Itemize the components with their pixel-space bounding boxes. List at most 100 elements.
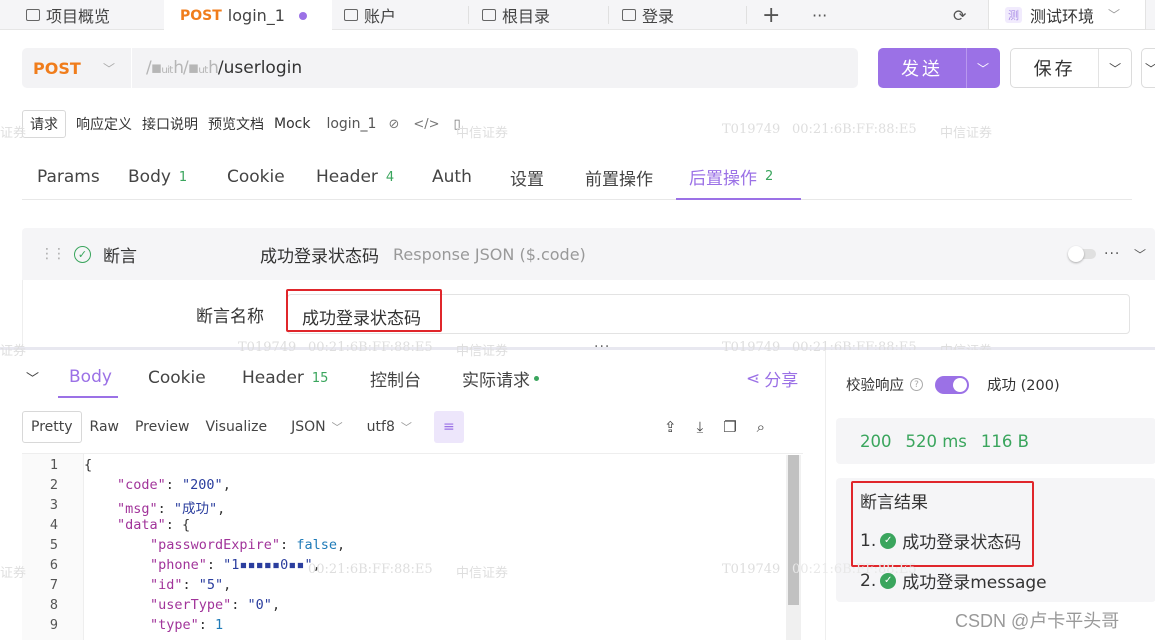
chevron-down-icon[interactable]: ﹀ <box>1099 60 1131 77</box>
tab-body[interactable]: Body 1 <box>128 154 187 200</box>
code-line: { <box>84 457 93 473</box>
view-pretty[interactable]: Pretty <box>22 411 82 443</box>
chevron-down-icon[interactable]: ﹀ <box>1134 246 1146 263</box>
view-raw[interactable]: Raw <box>82 411 127 443</box>
result-item: 2. ✓ 成功登录message <box>860 568 1047 594</box>
more-tabs-button[interactable]: ··· <box>812 0 827 30</box>
environment-select[interactable]: 测 测试环境 ﹀ <box>988 0 1146 30</box>
tab-params[interactable]: Params <box>37 154 100 200</box>
tab-label: Cookie <box>227 167 285 187</box>
tab-label: 后置操作 <box>689 168 757 189</box>
tab-login[interactable]: 登录 <box>622 0 674 30</box>
layout-icon[interactable]: ▯ <box>454 117 461 132</box>
chevron-down-icon[interactable]: ﹀ <box>103 60 115 77</box>
grid-icon <box>26 9 40 21</box>
code-line: "code": "200", <box>117 477 231 493</box>
line-number: 5 <box>49 537 58 553</box>
view-visualize[interactable]: Visualize <box>197 411 275 443</box>
search-icon[interactable]: ⌕ <box>757 418 765 436</box>
assertion-source: Response JSON ($.code) <box>393 244 586 264</box>
highlight-box <box>851 481 1034 567</box>
watermark-company: 中信证券 <box>940 126 993 141</box>
save-button[interactable]: 保存 ﹀ <box>1010 48 1132 88</box>
doctab-mock[interactable]: Mock <box>274 110 320 138</box>
doctab-preview-doc[interactable]: 预览文档 <box>208 110 274 138</box>
line-number: 2 <box>49 477 58 493</box>
code-scrollbar[interactable] <box>786 455 801 640</box>
tab-response-body[interactable]: Body <box>58 358 118 398</box>
copy-icon[interactable]: ❐ <box>723 418 736 436</box>
env-label: 测试环境 <box>1030 6 1095 26</box>
share-label: 分享 <box>764 371 799 391</box>
result-index: 2. <box>860 570 877 591</box>
line-number: 8 <box>49 597 58 613</box>
tab-count: 4 <box>385 169 395 185</box>
tab-console[interactable]: 控制台 <box>370 358 421 398</box>
doctab-request[interactable]: 请求 <box>22 110 66 138</box>
wrap-lines-button[interactable]: ≡ <box>433 411 464 443</box>
more-icon[interactable]: ··· <box>1104 246 1120 262</box>
response-tools: ⇪ ⤓ ❐ ⌕ <box>664 418 765 436</box>
tab-actual-request[interactable]: 实际请求 <box>462 358 539 398</box>
tab-label: 项目概览 <box>46 7 111 26</box>
assertion-header[interactable]: ⋮⋮ ✓ 断言 成功登录状态码 Response JSON ($.code) ·… <box>22 228 1155 280</box>
code-icon[interactable]: </> <box>413 117 439 132</box>
more-actions-button[interactable]: ﹀ <box>1141 48 1155 88</box>
tab-bar: 项目概览 POST login_1 账户 根目录 登录 + ··· ⟳ 测 测试… <box>0 0 1155 31</box>
tab-post-actions[interactable]: 后置操作 2 <box>676 154 801 200</box>
link-icon[interactable]: ⊘ <box>388 117 399 132</box>
assertion-toggle[interactable] <box>1068 246 1096 262</box>
add-tab-button[interactable]: + <box>762 0 780 30</box>
tab-root[interactable]: 根目录 <box>482 0 550 30</box>
tab-response-cookie[interactable]: Cookie <box>148 358 206 398</box>
export-icon[interactable]: ⇪ <box>664 418 677 436</box>
tab-settings[interactable]: 设置 <box>510 154 544 200</box>
tab-count: 15 <box>311 370 329 386</box>
json-user-type: "0" <box>247 597 272 613</box>
share-button[interactable]: ⋖ 分享 <box>746 366 799 392</box>
code-line: "type": 1 <box>150 617 224 633</box>
url-path: /userlogin <box>217 58 303 78</box>
tab-auth[interactable]: Auth <box>432 154 472 200</box>
folder-icon <box>482 9 496 21</box>
drag-handle-icon[interactable]: ⋮⋮ <box>40 246 66 262</box>
validate-toggle[interactable] <box>935 375 969 394</box>
tab-method: POST <box>180 7 222 24</box>
chevron-down-icon[interactable]: ﹀ <box>967 60 999 77</box>
view-preview[interactable]: Preview <box>127 411 198 443</box>
tab-response-header[interactable]: Header 15 <box>242 358 328 398</box>
url-input[interactable]: /▪ᵤᵢₜh/▪ᵤₜh/userlogin <box>146 58 302 78</box>
tab-login-1[interactable]: POST login_1 <box>164 0 332 31</box>
tab-pre-actions[interactable]: 前置操作 <box>585 154 653 200</box>
status-code: 200 <box>860 431 892 451</box>
method-select[interactable]: POST <box>33 59 103 78</box>
encoding-select[interactable]: utf8 ﹀ <box>359 411 420 443</box>
scrollbar-thumb[interactable] <box>788 455 799 605</box>
validate-label: 校验响应 <box>846 378 904 394</box>
tab-label: 设置 <box>510 169 544 190</box>
tab-header[interactable]: Header 4 <box>316 154 394 200</box>
tab-label: 账户 <box>364 7 397 26</box>
tab-project-overview[interactable]: 项目概览 <box>26 0 110 30</box>
highlight-box <box>286 289 442 332</box>
tab-label: 控制台 <box>370 370 421 391</box>
param-tabs: Params Body 1 Cookie Header 4 Auth 设置 前置操作… <box>22 154 1132 200</box>
check-circle-icon: ✓ <box>880 572 897 589</box>
tab-account[interactable]: 账户 <box>344 0 396 30</box>
json-password-expire: false <box>296 537 337 553</box>
send-button[interactable]: 发送 ﹀ <box>878 48 1000 88</box>
line-number: 4 <box>49 517 58 533</box>
doctab-response-def[interactable]: 响应定义 <box>76 110 142 138</box>
response-code-view[interactable]: 1 2 3 4 5 6 7 8 9 { "code": "200", "msg"… <box>22 453 803 640</box>
tab-separator <box>746 6 747 24</box>
download-icon[interactable]: ⤓ <box>697 418 704 436</box>
format-value: JSON <box>291 419 326 435</box>
tab-cookie[interactable]: Cookie <box>227 154 285 200</box>
doctab-api-desc[interactable]: 接口说明 <box>142 110 208 138</box>
format-select[interactable]: JSON ﹀ <box>283 411 351 443</box>
folder-icon <box>622 9 636 21</box>
refresh-icon[interactable]: ⟳ <box>953 0 966 30</box>
tab-separator <box>608 6 609 24</box>
resize-handle-icon[interactable]: ··· <box>594 339 610 355</box>
help-icon[interactable]: ? <box>910 378 923 391</box>
